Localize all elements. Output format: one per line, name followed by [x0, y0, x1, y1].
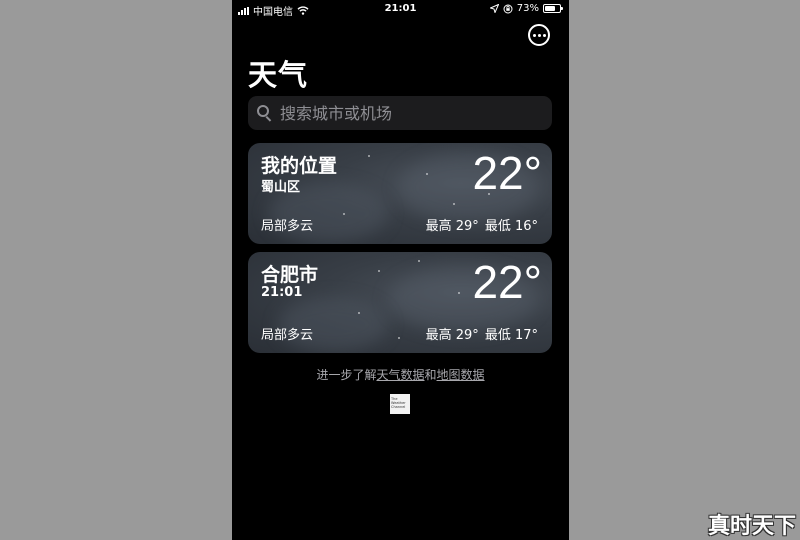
status-bar: 中国电信 21:01 73%: [232, 0, 569, 18]
city-name: 合肥市: [261, 264, 319, 286]
ellipsis-circle-icon: [532, 33, 536, 37]
phone-screen: 中国电信 21:01 73% 天气 搜索城市或机场 我的位置 蜀山区 22° 局…: [232, 0, 569, 540]
city-temperature: 22°: [472, 256, 542, 308]
city-card-hefei[interactable]: 合肥市 21:01 22° 局部多云 最高 29° 最低 17°: [248, 252, 552, 353]
city-temperature: 22°: [472, 147, 542, 199]
location-arrow-icon: [489, 4, 499, 13]
map-data-link[interactable]: 地图数据: [437, 368, 485, 382]
battery-percent: 73%: [516, 3, 539, 14]
watermark-text: 真时天下: [708, 514, 797, 539]
battery-fill: [545, 6, 556, 11]
footer-prefix: 进一步了解: [316, 368, 377, 382]
orientation-lock-icon: [503, 4, 513, 13]
battery-icon: [543, 4, 563, 13]
city-high: 最高 29°: [425, 219, 479, 234]
page-title: 天气: [248, 58, 309, 92]
weather-data-link[interactable]: 天气数据: [376, 368, 424, 382]
city-condition: 局部多云: [261, 219, 314, 234]
search-icon: [256, 104, 274, 122]
more-options-button[interactable]: [528, 24, 550, 46]
city-card-current-location[interactable]: 我的位置 蜀山区 22° 局部多云 最高 29° 最低 16°: [248, 143, 552, 244]
city-temp-range: 最高 29° 最低 16°: [426, 215, 538, 234]
search-input[interactable]: [280, 103, 540, 123]
city-low: 最低 17°: [484, 328, 538, 343]
city-subtitle: 21:01: [261, 285, 303, 300]
city-high: 最高 29°: [425, 328, 479, 343]
footer-connector: 和: [424, 368, 437, 382]
data-source-footer: 进一步了解天气数据和地图数据: [232, 366, 569, 383]
search-bar[interactable]: [248, 96, 552, 130]
city-name: 我的位置: [261, 155, 338, 177]
city-low: 最低 16°: [484, 219, 538, 234]
status-right: 73%: [489, 3, 563, 14]
city-subtitle: 蜀山区: [261, 180, 301, 195]
city-temp-range: 最高 29° 最低 17°: [426, 324, 538, 343]
weather-channel-logo[interactable]: The Weather Channel: [390, 394, 410, 414]
city-condition: 局部多云: [261, 328, 314, 343]
